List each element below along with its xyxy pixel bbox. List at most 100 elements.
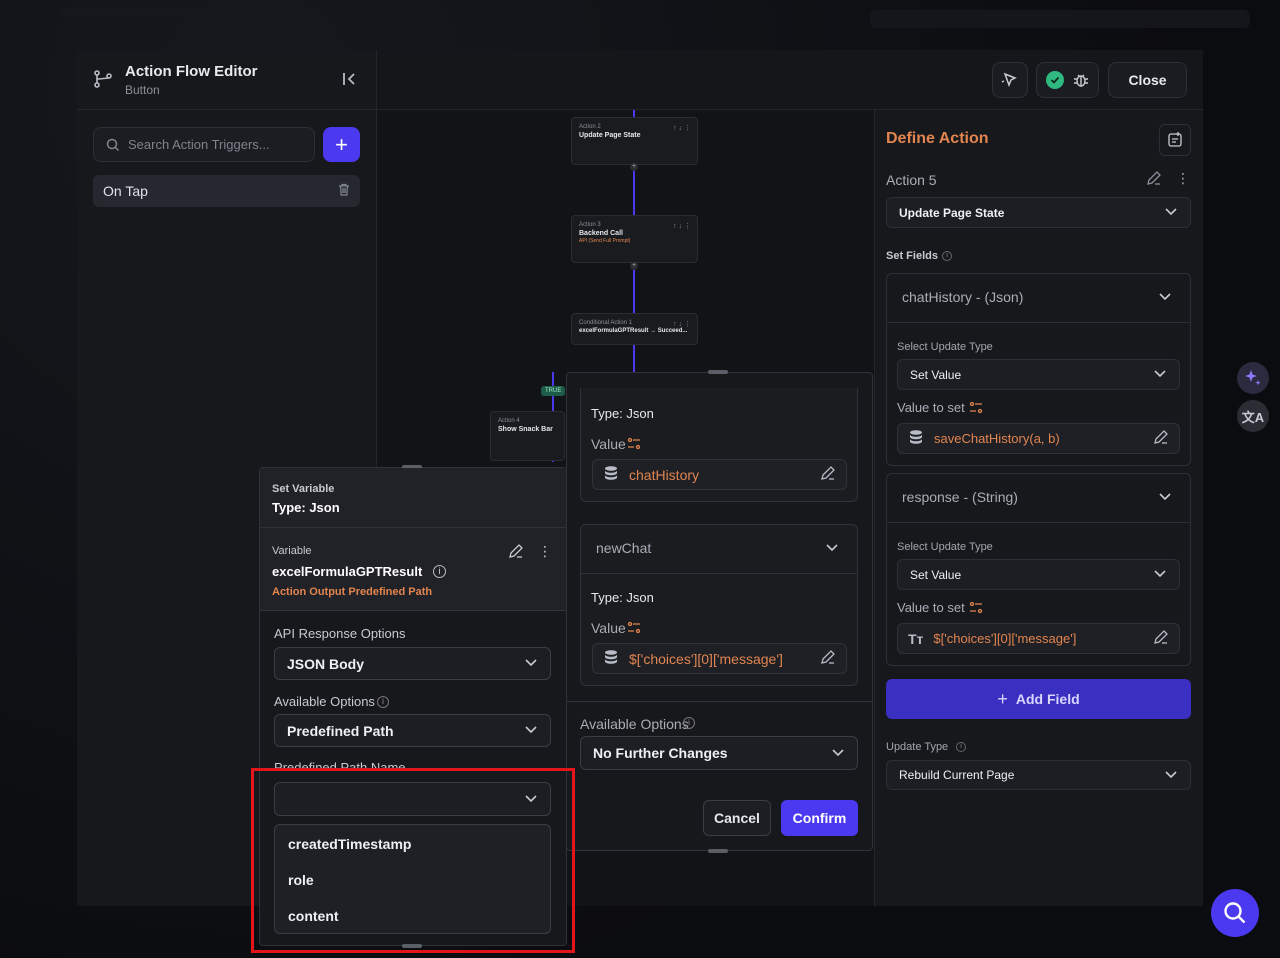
flow-connector — [633, 171, 635, 215]
field-title: response - (String) — [902, 489, 1018, 505]
divider — [886, 522, 1191, 523]
translate-button[interactable]: 文A — [1237, 400, 1269, 432]
panel-drag-handle[interactable] — [708, 849, 728, 853]
action-notes-button[interactable] — [1159, 124, 1191, 156]
variable-picker-icon[interactable] — [969, 401, 983, 420]
node-title: Update Page State — [579, 132, 641, 139]
popup-head-label: Set Variable — [272, 483, 335, 495]
add-trigger-button[interactable]: + — [323, 127, 360, 162]
search-icon — [106, 138, 120, 151]
set-fields-label: Set Fields — [886, 250, 938, 262]
search-icon — [1224, 902, 1246, 924]
add-action-dot[interactable]: + — [630, 262, 638, 270]
chevron-down-icon[interactable] — [825, 540, 839, 557]
available-options-label: Available Options — [274, 694, 375, 709]
variable-name: excelFormulaGPTResult — [272, 564, 423, 579]
true-branch-tag: TRUE — [541, 386, 566, 396]
available-options-select[interactable]: No Further Changes — [580, 736, 858, 770]
popup-header — [260, 468, 566, 528]
variable-picker-icon[interactable] — [627, 621, 641, 640]
type-label: Type: Json — [591, 406, 654, 421]
update-type-select[interactable]: Set Value — [897, 559, 1180, 590]
more-options-icon[interactable]: ⋮ — [538, 543, 552, 560]
edit-icon[interactable] — [820, 649, 836, 668]
info-icon: i — [942, 251, 952, 261]
action-number: Action 5 — [886, 172, 937, 188]
flow-node-action-4[interactable]: Action 4 Show Snack Bar — [490, 411, 565, 461]
ai-sparkle-button[interactable] — [1237, 362, 1269, 394]
more-options-icon[interactable]: ⋮ — [1176, 170, 1190, 187]
edit-icon[interactable] — [1153, 629, 1169, 648]
select-value: Set Value — [910, 567, 962, 582]
editor-subtitle: Button — [125, 83, 160, 97]
add-field-button[interactable]: + Add Field — [886, 679, 1191, 719]
variable-picker-icon[interactable] — [627, 437, 641, 456]
node-subtitle: API (Send Full Prompt) — [579, 238, 631, 244]
api-response-select[interactable]: JSON Body — [274, 647, 551, 680]
edit-icon[interactable] — [1153, 429, 1169, 448]
search-action-triggers[interactable] — [93, 127, 315, 162]
action-flow-icon — [92, 68, 114, 90]
update-type-label: Select Update Type — [897, 341, 993, 353]
info-icon: i — [433, 565, 446, 578]
background-bar — [60, 8, 240, 18]
sparkle-cursor-icon — [1001, 72, 1017, 88]
update-type-label: Update Type — [886, 741, 949, 753]
cancel-button[interactable]: Cancel — [703, 800, 771, 836]
plus-icon: + — [997, 688, 1008, 709]
ai-agent-button[interactable] — [992, 62, 1028, 98]
chevron-down-icon[interactable] — [1158, 289, 1172, 308]
flow-node-action-3[interactable]: Action 3 Backend Call API (Send Full Pro… — [571, 215, 698, 263]
value-text: saveChatHistory(a, b) — [934, 431, 1060, 446]
node-title: Show Snack Bar — [498, 426, 553, 433]
field-title: chatHistory - (Json) — [902, 289, 1024, 305]
confirm-button[interactable]: Confirm — [781, 800, 858, 836]
node-controls[interactable]: ↑ ↓ ⋮ — [673, 124, 691, 132]
value-field-response[interactable]: Tт $['choices'][0]['message'] — [897, 623, 1180, 654]
select-value: Set Value — [910, 367, 962, 382]
available-options-select[interactable]: Predefined Path — [274, 714, 551, 747]
edit-icon[interactable] — [1146, 170, 1162, 191]
close-button[interactable]: Close — [1108, 62, 1187, 98]
value-text: $['choices'][0]['message'] — [933, 631, 1077, 646]
update-type-page-select[interactable]: Rebuild Current Page — [886, 760, 1191, 790]
database-icon — [908, 429, 924, 449]
variable-picker-icon[interactable] — [969, 601, 983, 620]
chevron-down-icon — [1153, 566, 1167, 583]
value-field-chathistory[interactable]: chatHistory — [592, 459, 847, 490]
flow-node-action-2[interactable]: Action 2 Update Page State ↑ ↓ ⋮ — [571, 117, 698, 165]
chevron-down-icon — [1153, 366, 1167, 383]
editor-header — [77, 50, 377, 110]
action-type-select[interactable]: Update Page State — [886, 197, 1191, 228]
node-controls[interactable]: ↑ ↓ ⋮ — [673, 222, 691, 230]
value-to-set-label: Value to set — [897, 400, 965, 415]
trash-icon[interactable] — [338, 183, 350, 199]
chevron-down-icon — [831, 745, 845, 762]
edit-icon[interactable] — [508, 543, 524, 564]
add-action-dot[interactable]: + — [630, 163, 638, 171]
update-type-select[interactable]: Set Value — [897, 359, 1180, 390]
edit-icon[interactable] — [820, 465, 836, 484]
sparkle-icon — [1245, 370, 1261, 386]
divider — [580, 573, 858, 574]
search-help-button[interactable] — [1211, 889, 1259, 937]
info-icon: i — [377, 696, 389, 708]
flow-node-conditional-1[interactable]: Conditional Action 1 excelFormulaGPTResu… — [571, 313, 698, 345]
node-label: Action 4 — [498, 418, 520, 424]
panel-drag-handle[interactable] — [708, 370, 728, 374]
chevron-down-icon[interactable] — [1158, 489, 1172, 508]
collapse-sidebar-icon[interactable] — [340, 70, 360, 90]
value-field-newchat[interactable]: $['choices'][0]['message'] — [592, 643, 847, 674]
trigger-item-on-tap[interactable]: On Tap — [93, 175, 360, 207]
highlight-box — [251, 768, 575, 953]
text-type-icon: Tт — [908, 630, 924, 647]
search-input[interactable] — [128, 137, 298, 152]
popup-head-type: Type: Json — [272, 500, 340, 515]
value-field-chathistory[interactable]: saveChatHistory(a, b) — [897, 423, 1180, 454]
debug-toggle[interactable] — [1036, 62, 1099, 98]
chevron-down-icon — [524, 722, 538, 739]
value-text: chatHistory — [629, 466, 700, 483]
available-options-label: Available Options — [580, 716, 689, 732]
node-title: excelFormulaGPTResult → Succeed... — [579, 328, 688, 334]
node-controls[interactable]: ↑ ↓ ⋮ — [673, 320, 691, 328]
